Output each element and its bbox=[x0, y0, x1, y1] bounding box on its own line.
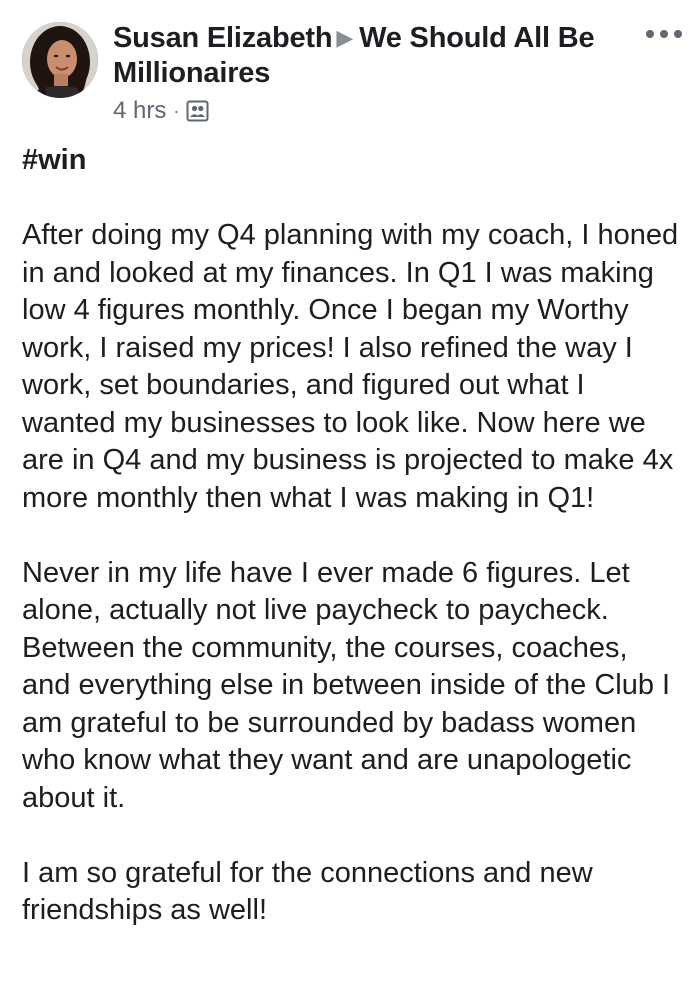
group-icon bbox=[186, 100, 209, 122]
group-name-line1[interactable]: We Should All Be bbox=[359, 22, 594, 54]
author-name[interactable]: Susan Elizabeth bbox=[113, 22, 333, 54]
more-options-icon[interactable] bbox=[646, 24, 682, 44]
group-name-line2[interactable]: Millionaires bbox=[113, 57, 270, 89]
paragraph-1: After doing my Q4 planning with my coach… bbox=[22, 219, 679, 514]
avatar-photo bbox=[22, 22, 98, 98]
post-card: Susan Elizabeth ▶ We Should All Be Million… bbox=[0, 0, 700, 994]
arrow-right-icon: ▶ bbox=[336, 25, 354, 50]
meta-separator: · bbox=[173, 100, 180, 121]
post-body: #win After doing my Q4 planning with my … bbox=[22, 142, 682, 967]
paragraph-2: Never in my life have I ever made 6 figu… bbox=[22, 556, 671, 814]
timestamp[interactable]: 4 hrs bbox=[113, 97, 166, 125]
paragraph-3: I am so grateful for the connections and… bbox=[22, 856, 593, 927]
hashtag[interactable]: #win bbox=[22, 142, 682, 180]
post-header: Susan Elizabeth ▶ We Should All Be Million… bbox=[113, 20, 633, 125]
author-avatar[interactable] bbox=[22, 22, 98, 98]
post-meta: 4 hrs · bbox=[113, 97, 633, 125]
post-title: Susan Elizabeth ▶ We Should All Be Million… bbox=[113, 20, 633, 91]
